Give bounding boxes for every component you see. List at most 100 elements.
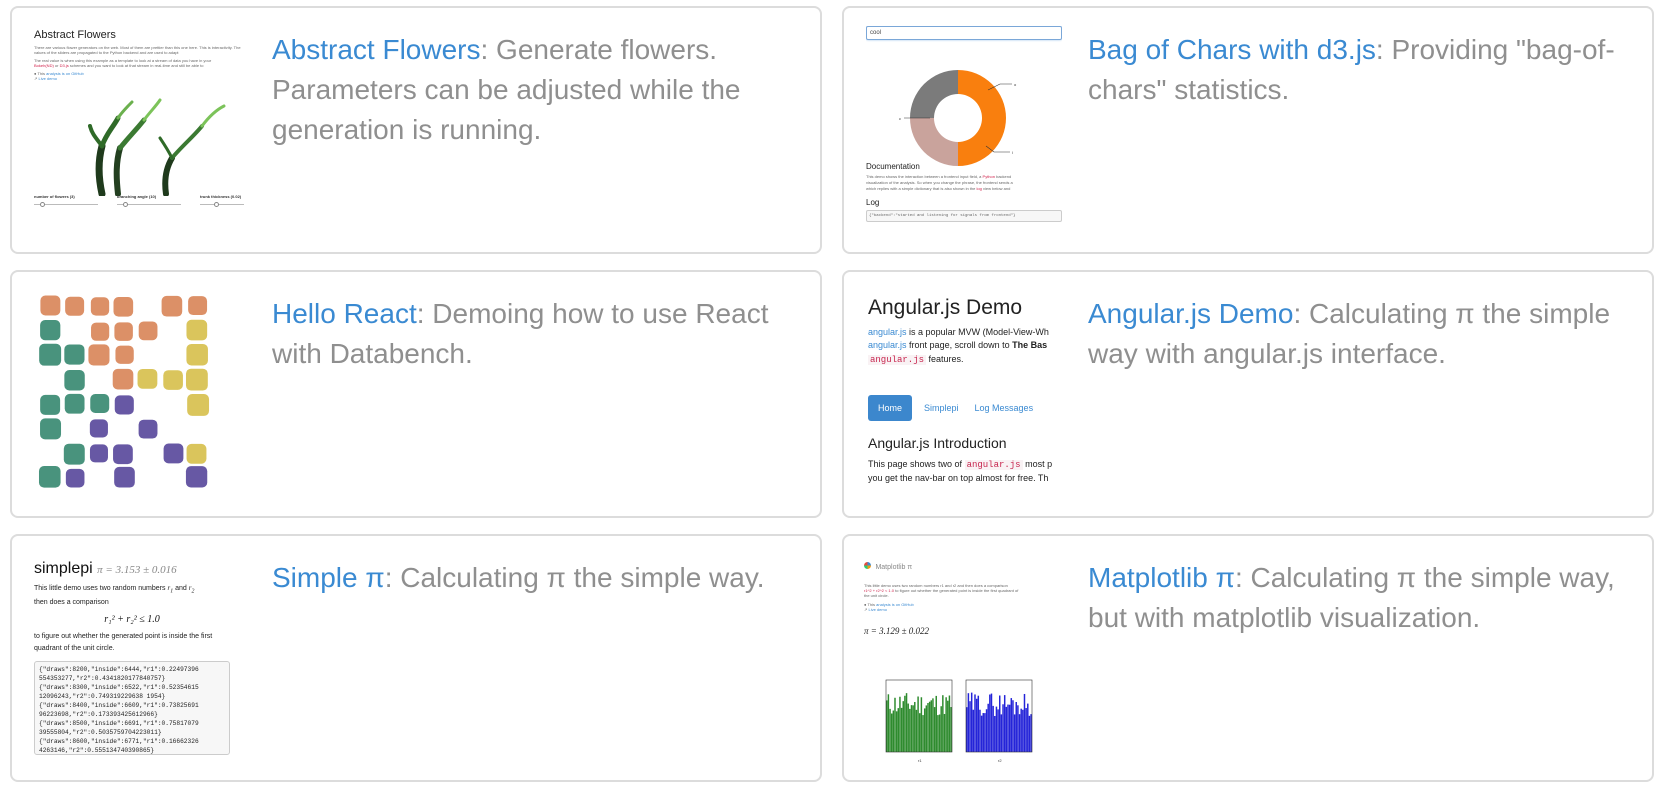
histogram-bar — [942, 695, 944, 752]
angular-line-2-bold: The Bas — [1012, 340, 1048, 350]
histogram-bar — [989, 694, 991, 752]
histogram-bar — [909, 708, 911, 752]
simplepi-text-1b: and — [175, 585, 187, 592]
angular-demo-thumbnail[interactable]: Angular.js Demo angular.js is a popular … — [868, 292, 1056, 500]
histogram-bar — [922, 715, 924, 752]
histogram-bar — [1008, 704, 1011, 752]
histogram-bar — [1023, 693, 1026, 752]
donut-slice-c — [910, 118, 958, 166]
donut-label-l: l — [1012, 150, 1013, 155]
slider-number-of-flowers[interactable]: number of flowers (3) — [34, 194, 98, 208]
slider-handle[interactable] — [40, 202, 45, 207]
card-description: Bag of Chars with d3.js: Providing "bag-… — [1088, 30, 1632, 110]
histogram-bar — [899, 696, 901, 752]
react-blob — [40, 295, 61, 316]
hello-react-thumbnail[interactable] — [32, 288, 244, 500]
matplotlib-heading: Matplotlib π — [875, 564, 913, 571]
angular-intro-heading: Angular.js Introduction — [868, 435, 1007, 451]
angular-line-2-text: front page, scroll down to — [909, 340, 1010, 350]
card-bag-of-chars[interactable]: cool o l c Documentation This demo shows… — [842, 6, 1654, 254]
nav-home-button[interactable]: Home — [868, 395, 913, 421]
histogram-r2 — [966, 692, 1032, 752]
abstract-flowers-thumbnail[interactable]: Abstract Flowers There are various flowe… — [32, 26, 244, 234]
simplepi-text-3: to figure out whether the generated poin… — [34, 633, 213, 641]
histogram-bar — [892, 710, 895, 752]
card-title-link[interactable]: Abstract Flowers — [272, 34, 481, 65]
card-simple-pi[interactable]: simplepi π = 3.153 ± 0.016 This little d… — [10, 534, 822, 782]
react-blob — [40, 418, 62, 440]
react-blob-grid — [38, 295, 210, 488]
histogram-bar — [1007, 704, 1009, 752]
thumb-live-demo-link[interactable]: Live demo — [38, 76, 56, 81]
phrase-input[interactable]: cool — [866, 26, 1062, 40]
card-angular-demo[interactable]: Angular.js Demo angular.js is a popular … — [842, 270, 1654, 518]
histogram-bar — [890, 713, 893, 752]
histogram-bar — [894, 697, 896, 752]
external-link-icon: ↗ — [864, 607, 868, 612]
angular-link-1[interactable]: angular.js — [868, 327, 907, 337]
react-blob — [64, 344, 85, 365]
slider-trunk-thickness[interactable]: trunk thickness (0.02) — [200, 194, 244, 208]
react-blob — [138, 419, 158, 439]
card-title-link[interactable]: Matplotlib π — [1088, 562, 1235, 593]
card-title-link[interactable]: Hello React — [272, 298, 417, 329]
react-blob — [89, 444, 108, 463]
histogram-bar — [889, 708, 891, 752]
slider-handle[interactable] — [214, 202, 219, 207]
react-blob — [64, 370, 85, 391]
matplotlib-pi-thumbnail[interactable]: Matplotlib π This little demo uses two r… — [864, 554, 1060, 766]
histogram-bar — [1003, 695, 1006, 752]
simplepi-log-line: 554353277,"r2":0.4341820177840757} — [39, 675, 166, 683]
card-description-text: : Calculating π the simple way. — [384, 562, 765, 593]
histogram-r1 — [886, 693, 952, 752]
simple-pi-thumbnail[interactable]: simplepi π = 3.153 ± 0.016 This little d… — [34, 554, 230, 766]
angular-intro-code: angular.js — [964, 460, 1023, 470]
react-blob — [40, 319, 61, 341]
card-abstract-flowers[interactable]: Abstract Flowers There are various flowe… — [10, 6, 822, 254]
angular-nav: Home Simplepi Log Messages — [868, 395, 1056, 421]
flower-drawing — [88, 98, 226, 196]
simplepi-log-line: {"draws":8500,"inside":6691,"r1":0.75817… — [39, 720, 199, 728]
histogram-bar — [992, 705, 994, 752]
simplepi-log-line: 39555804,"r2":0.5035759704223011} — [39, 729, 162, 737]
card-hello-react[interactable]: Hello React: Demoing how to use React wi… — [10, 270, 822, 518]
matplotlib-live-demo-link[interactable]: Live demo — [868, 607, 886, 612]
simplepi-text-4: quadrant of the unit circle. — [34, 645, 115, 653]
doc-text-3: which replies with a simple dictionary t… — [866, 186, 976, 191]
histogram-bar — [984, 713, 986, 752]
react-blob — [89, 419, 108, 438]
histogram-bar — [977, 695, 980, 752]
histogram-bar — [932, 698, 934, 752]
react-blob — [138, 321, 158, 341]
histogram-bar — [940, 706, 942, 752]
doc-text-3b: view below and — [982, 186, 1011, 191]
nav-log-messages-tab[interactable]: Log Messages — [975, 403, 1034, 413]
card-description: Simple π: Calculating π the simple way. — [272, 558, 800, 598]
external-link-icon: ↗ — [34, 76, 38, 81]
angular-intro-text-1b: most p — [1025, 459, 1053, 469]
react-blob — [161, 295, 183, 317]
matplotlib-histograms: r1 r2 — [885, 679, 1033, 763]
nav-simplepi-tab[interactable]: Simplepi — [924, 403, 959, 413]
matplotlib-text-3: the unit circle. — [864, 593, 889, 598]
histogram-bar — [927, 703, 929, 752]
angular-link-2[interactable]: angular.js — [868, 340, 907, 350]
card-title-link[interactable]: Simple π — [272, 562, 385, 593]
card-description: Matplotlib π: Calculating π the simple w… — [1088, 558, 1632, 638]
simplepi-estimate: π = 3.153 ± 0.016 — [97, 564, 177, 576]
histogram-bar — [950, 707, 952, 752]
simplepi-formula: r₁² + r₂² ≤ 1.0 — [104, 614, 160, 626]
simplepi-log-line: {"draws":8200,"inside":6444,"r1":0.22497… — [39, 666, 199, 674]
card-title-link[interactable]: Bag of Chars with d3.js — [1088, 34, 1376, 65]
card-matplotlib-pi[interactable]: Matplotlib π This little demo uses two r… — [842, 534, 1654, 782]
slider-branching-angle[interactable]: branching angle (10) — [117, 194, 181, 208]
slider-handle[interactable] — [123, 202, 128, 207]
nav-home-label: Home — [878, 403, 903, 413]
react-blob — [114, 322, 133, 341]
card-title-link[interactable]: Angular.js Demo — [1088, 298, 1293, 329]
react-blob — [186, 319, 208, 341]
bag-of-chars-thumbnail[interactable]: cool o l c Documentation This demo shows… — [866, 26, 1062, 234]
react-blob — [38, 466, 61, 488]
histogram-bar — [1027, 703, 1029, 752]
doc-code-python: Python — [982, 174, 995, 179]
